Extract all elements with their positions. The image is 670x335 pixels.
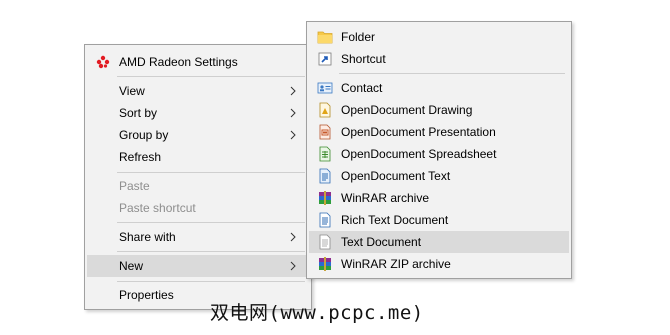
odf-text-icon (319, 168, 331, 184)
submenu-item-label: Contact (341, 81, 383, 95)
submenu-item-folder[interactable]: Folder (309, 26, 569, 48)
rtf-document-icon (319, 212, 331, 228)
menu-separator (117, 172, 305, 173)
menu-item-paste: Paste (87, 175, 309, 197)
menu-item-label: AMD Radeon Settings (119, 55, 238, 69)
chevron-right-icon (290, 261, 296, 271)
submenu-item-opendocument-text[interactable]: OpenDocument Text (309, 165, 569, 187)
menu-item-label: Group by (119, 128, 169, 142)
submenu-item-opendocument-presentation[interactable]: OpenDocument Presentation (309, 121, 569, 143)
winrar-icon (319, 191, 331, 205)
menu-item-label: Share with (119, 230, 176, 244)
menu-separator (117, 251, 305, 252)
submenu-item-label: OpenDocument Spreadsheet (341, 147, 497, 161)
winrar-zip-icon (319, 257, 331, 271)
menu-item-label: Refresh (119, 150, 162, 164)
submenu-item-label: Text Document (341, 235, 422, 249)
folder-icon (317, 31, 333, 44)
menu-item-paste-shortcut: Paste shortcut (87, 197, 309, 219)
submenu-item-opendocument-spreadsheet[interactable]: OpenDocument Spreadsheet (309, 143, 569, 165)
new-submenu: Folder Shortcut Contact OpenDocument Dra… (306, 21, 572, 279)
watermark-text: 双电网(www.pcpc.me) (210, 302, 424, 324)
odf-drawing-icon (319, 102, 331, 118)
contact-icon (317, 82, 333, 94)
menu-item-share-with[interactable]: Share with (87, 226, 309, 248)
menu-separator (117, 76, 305, 77)
submenu-item-label: Shortcut (341, 52, 386, 66)
shortcut-icon (318, 52, 332, 66)
submenu-item-label: Folder (341, 30, 376, 44)
menu-item-amd-radeon-settings[interactable]: AMD Radeon Settings (87, 51, 309, 73)
chevron-right-icon (290, 86, 296, 96)
chevron-right-icon (290, 130, 296, 140)
menu-item-label: New (119, 259, 144, 273)
menu-item-view[interactable]: View (87, 80, 309, 102)
menu-item-label: Paste shortcut (119, 201, 196, 215)
menu-separator (339, 73, 565, 74)
submenu-item-winrar-zip-archive[interactable]: WinRAR ZIP archive (309, 253, 569, 275)
submenu-item-winrar-archive[interactable]: WinRAR archive (309, 187, 569, 209)
odf-spreadsheet-icon (319, 146, 331, 162)
menu-item-label: Paste (119, 179, 150, 193)
odf-presentation-icon (319, 124, 331, 140)
chevron-right-icon (290, 232, 296, 242)
chevron-right-icon (290, 108, 296, 118)
submenu-item-text-document[interactable]: Text Document (309, 231, 569, 253)
menu-item-new[interactable]: New (87, 255, 309, 277)
submenu-item-opendocument-drawing[interactable]: OpenDocument Drawing (309, 99, 569, 121)
amd-radeon-icon (96, 55, 110, 69)
submenu-item-label: WinRAR archive (341, 191, 430, 205)
menu-item-refresh[interactable]: Refresh (87, 146, 309, 168)
submenu-item-contact[interactable]: Contact (309, 77, 569, 99)
menu-separator (117, 222, 305, 223)
menu-item-sort-by[interactable]: Sort by (87, 102, 309, 124)
submenu-item-label: WinRAR ZIP archive (341, 257, 451, 271)
menu-item-group-by[interactable]: Group by (87, 124, 309, 146)
submenu-item-label: OpenDocument Drawing (341, 103, 473, 117)
submenu-item-label: OpenDocument Text (341, 169, 451, 183)
submenu-item-label: OpenDocument Presentation (341, 125, 496, 139)
submenu-item-rich-text-document[interactable]: Rich Text Document (309, 209, 569, 231)
menu-item-label: View (119, 84, 145, 98)
menu-item-label: Properties (119, 288, 174, 302)
menu-separator (117, 281, 305, 282)
desktop-context-menu: AMD Radeon Settings View Sort by Group b… (84, 44, 312, 310)
submenu-item-shortcut[interactable]: Shortcut (309, 48, 569, 70)
text-document-icon (319, 234, 331, 250)
menu-item-label: Sort by (119, 106, 158, 120)
submenu-item-label: Rich Text Document (341, 213, 449, 227)
